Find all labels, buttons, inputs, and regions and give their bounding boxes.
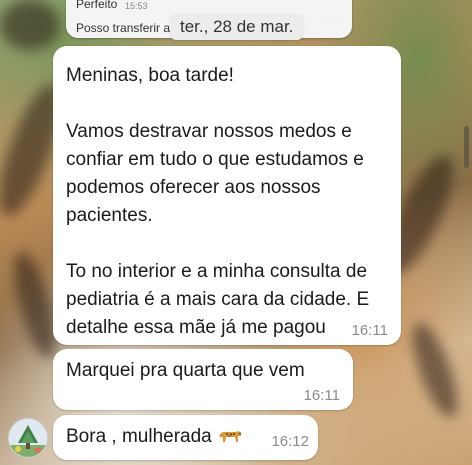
message-bubble[interactable]: Marquei pra quarta que vem 16:11	[53, 349, 353, 410]
scrollbar-thumb[interactable]	[464, 126, 469, 168]
quoted-text: Posso transferir a	[76, 21, 171, 35]
message-paragraph: Meninas, boa tarde!	[66, 65, 234, 86]
message-text-content: Bora , mulherada	[66, 426, 212, 447]
message-bubble[interactable]: Meninas, boa tarde! Vamos destravar noss…	[53, 46, 401, 345]
message-text: Bora , mulherada	[66, 426, 243, 448]
quoted-text: Perfeito	[76, 0, 118, 11]
quoted-time: 15:53	[125, 1, 148, 11]
date-separator: ter., 28 de mar.	[170, 14, 304, 40]
message-paragraph: Vamos destravar nossos medos e confiar e…	[66, 121, 364, 226]
message-time: 16:11	[303, 387, 340, 404]
message-text: Marquei pra quarta que vem	[66, 360, 305, 381]
message-time: 16:10	[306, 10, 344, 27]
message-time: 16:11	[351, 322, 388, 339]
sender-avatar[interactable]	[8, 418, 48, 458]
message-paragraph: To no interior e a minha consulta de ped…	[66, 261, 370, 338]
message-time: 16:12	[271, 433, 309, 450]
leopard-emoji-icon	[218, 431, 241, 442]
message-text: Meninas, boa tarde! Vamos destravar noss…	[66, 62, 396, 342]
message-bubble[interactable]: Bora , mulherada 16:12	[53, 415, 318, 460]
